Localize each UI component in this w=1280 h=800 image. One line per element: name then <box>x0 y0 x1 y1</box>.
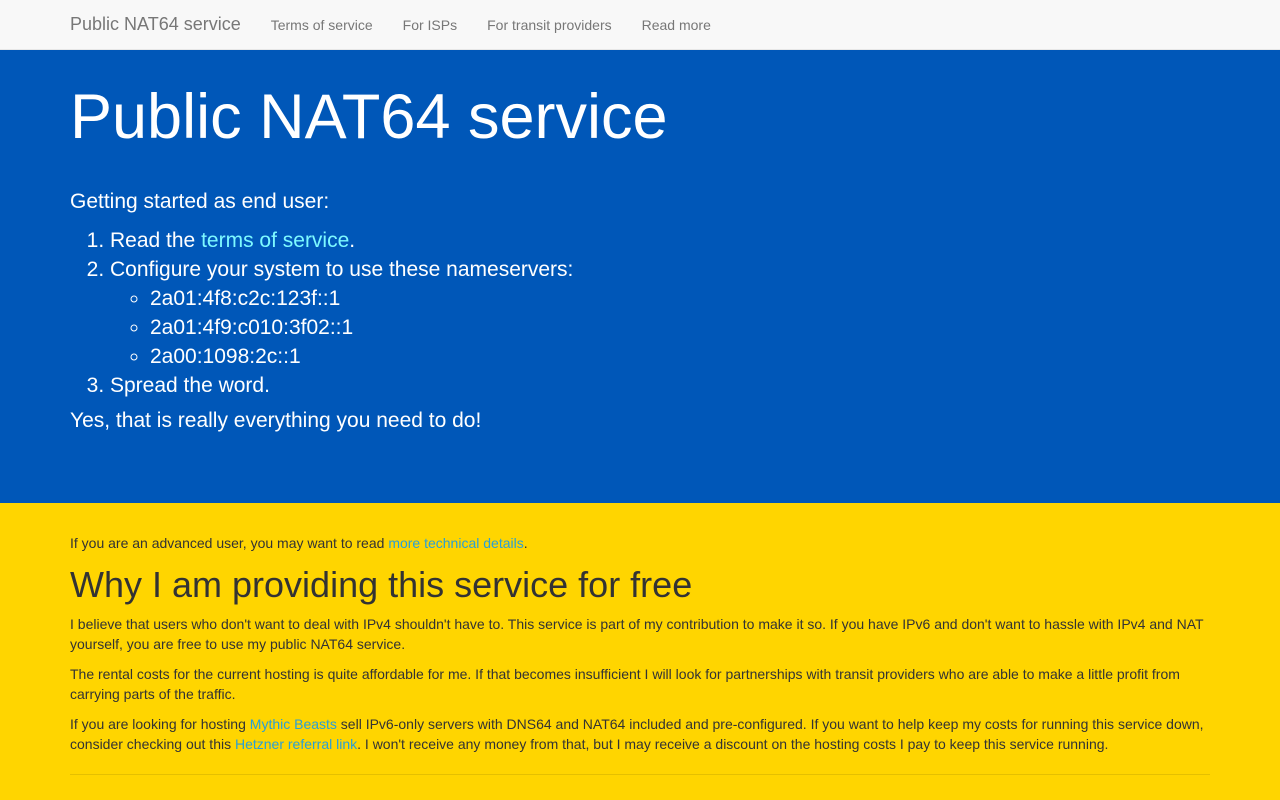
paragraph-3: If you are looking for hosting Mythic Be… <box>70 714 1210 754</box>
step-1-prefix: Read the <box>110 228 202 252</box>
para3-a: If you are looking for hosting <box>70 716 250 733</box>
closing-text: Yes, that is really everything you need … <box>70 408 482 432</box>
nameserver-item: 2a01:4f8:c2c:123f::1 <box>150 284 1210 313</box>
nameserver-item: 2a01:4f9:c010:3f02::1 <box>150 313 1210 342</box>
paragraph-1: I believe that users who don't want to d… <box>70 616 1204 653</box>
nav-link-transit[interactable]: For transit providers <box>487 17 611 33</box>
nav-link-terms[interactable]: Terms of service <box>271 17 373 33</box>
top-navbar: Public NAT64 service Terms of service Fo… <box>0 0 1280 50</box>
section-heading: Why I am providing this service for free <box>70 564 693 605</box>
navbar-inner: Public NAT64 service Terms of service Fo… <box>70 14 741 35</box>
step-1-suffix: . <box>349 228 356 252</box>
hetzner-referral-link[interactable]: Hetzner referral link <box>235 736 357 752</box>
mythic-beasts-link[interactable]: Mythic Beasts <box>250 716 337 732</box>
hero-section: Public NAT64 service Getting started as … <box>0 50 1280 503</box>
nameserver-list: 2a01:4f8:c2c:123f::1 2a01:4f9:c010:3f02:… <box>110 284 1210 371</box>
technical-details-link[interactable]: more technical details <box>388 535 523 551</box>
nameserver-item: 2a00:1098:2c::1 <box>150 342 1210 371</box>
nav-link-read-more[interactable]: Read more <box>642 17 711 33</box>
section-divider <box>70 774 1210 776</box>
step-2: Configure your system to use these names… <box>110 255 1210 371</box>
terms-of-service-link[interactable]: terms of service <box>201 229 349 252</box>
advanced-suffix: . <box>523 535 528 551</box>
nav-link-isps[interactable]: For ISPs <box>403 17 457 33</box>
page-title: Public NAT64 service <box>70 82 668 152</box>
step-2-text: Configure your system to use these names… <box>110 257 574 281</box>
brand-link[interactable]: Public NAT64 service <box>70 14 241 35</box>
paragraph-2: The rental costs for the current hosting… <box>70 666 1180 703</box>
advanced-note: If you are an advanced user, you may wan… <box>70 533 1210 553</box>
step-3: Spread the word. <box>110 371 1210 400</box>
step-1: Read the terms of service. <box>110 226 1210 255</box>
para3-c: . I won't receive any money from that, b… <box>357 736 1109 753</box>
advanced-prefix: If you are an advanced user, you may wan… <box>70 535 389 551</box>
steps-list: Read the terms of service. Configure you… <box>70 226 1210 400</box>
intro-text: Getting started as end user: <box>70 189 330 213</box>
main-content: If you are an advanced user, you may wan… <box>0 503 1280 776</box>
